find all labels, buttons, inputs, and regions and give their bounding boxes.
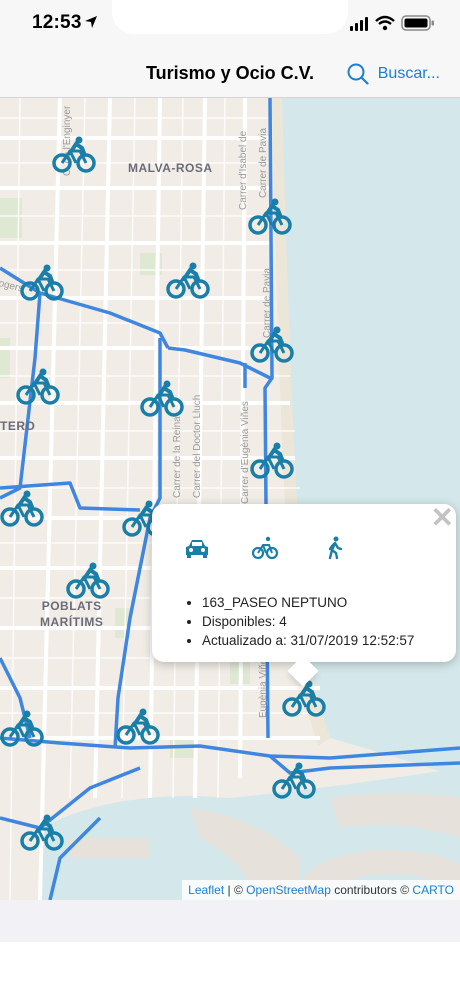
bike-icon (140, 380, 184, 417)
osm-link[interactable]: OpenStreetMap (246, 883, 331, 897)
navigation-bar: Turismo y Ocio C.V. Buscar... (0, 50, 460, 98)
battery-icon (401, 15, 434, 31)
bike-icon (166, 262, 210, 299)
bike-station-marker-selected[interactable] (282, 680, 326, 718)
bike-icon (0, 710, 44, 747)
district-label-tero: TERO (0, 419, 36, 433)
bike-icon (0, 490, 44, 527)
bike-icon (16, 368, 60, 405)
street-label-reina: Carrer de la Reina (172, 416, 183, 498)
bike-icon (250, 326, 294, 363)
station-popup: ✕ 163_PASEO NEPTUNO Dis (152, 504, 456, 687)
home-indicator-area (0, 942, 460, 996)
leaflet-link[interactable]: Leaflet (188, 883, 224, 897)
cellular-signal-icon (350, 17, 368, 31)
bike-icon (20, 814, 64, 851)
search-icon (347, 63, 369, 85)
district-label-line: MARÍTIMS (40, 615, 104, 629)
tab-bar (0, 900, 460, 942)
station-updated: Actualizado a: 31/07/2019 12:52:57 (202, 632, 414, 650)
bike-station-marker[interactable] (16, 368, 60, 406)
bike-station-marker[interactable] (116, 708, 160, 746)
bike-station-marker[interactable] (272, 762, 316, 800)
street-label-lluch: Carrer del Doctor Lluch (192, 394, 203, 498)
bike-icon (116, 708, 160, 745)
travel-mode-options (176, 536, 416, 560)
status-time: 12:53 (32, 12, 82, 33)
status-bar: 12:53 (0, 0, 460, 50)
district-label-malva-rosa: MALVA-ROSA (128, 161, 213, 175)
bike-station-marker[interactable] (250, 326, 294, 364)
district-label-line: POBLATS (41, 599, 102, 613)
bike-station-marker[interactable] (52, 136, 96, 174)
bike-icon (20, 264, 64, 301)
bike-station-marker[interactable] (248, 198, 292, 236)
bike-icon (250, 442, 294, 479)
attribution-separator: | © (224, 883, 247, 897)
street-label-pavia-1: Carrer de Pavia (258, 127, 269, 198)
station-availability: Disponibles: 4 (202, 613, 414, 631)
bike-station-marker[interactable] (166, 262, 210, 300)
search-button[interactable]: Buscar... (347, 61, 440, 87)
status-icons (350, 15, 434, 31)
walk-icon[interactable] (322, 536, 348, 560)
station-name: 163_PASEO NEPTUNO (202, 594, 414, 612)
car-icon[interactable] (184, 536, 210, 560)
map-attribution: Leaflet | © OpenStreetMap contributors ©… (182, 880, 460, 900)
bike-icon (248, 198, 292, 235)
district-label-poblats-maritims: POBLATS MARÍTIMS (40, 598, 103, 630)
bike-station-marker[interactable] (250, 442, 294, 480)
carto-link[interactable]: CARTO (412, 883, 454, 897)
search-label: Buscar... (377, 65, 440, 82)
bike-station-marker[interactable] (0, 710, 44, 748)
bike-station-marker[interactable] (0, 490, 44, 528)
device-notch (112, 0, 348, 34)
street-label-eugenia-2: Eugènia Viñes (258, 653, 269, 718)
bike-station-marker[interactable] (20, 814, 64, 852)
wifi-icon (375, 15, 395, 31)
bike-icon (66, 562, 110, 599)
location-arrow-icon (85, 16, 97, 28)
bike-station-marker[interactable] (66, 562, 110, 600)
bike-icon (272, 762, 316, 799)
basemap (0, 98, 460, 900)
popup-close-button[interactable]: ✕ (431, 504, 454, 532)
bike-icon (52, 136, 96, 173)
bike-station-marker[interactable] (140, 380, 184, 418)
bike-icon[interactable] (252, 536, 278, 560)
attribution-contributors: contributors © (330, 883, 413, 897)
map-view[interactable]: MALVA-ROSA TERO POBLATS MARÍTIMS C. de l… (0, 98, 460, 900)
bike-icon (282, 680, 326, 717)
bike-station-marker[interactable] (20, 264, 64, 302)
station-info-list: 163_PASEO NEPTUNO Disponibles: 4 Actuali… (202, 594, 414, 651)
